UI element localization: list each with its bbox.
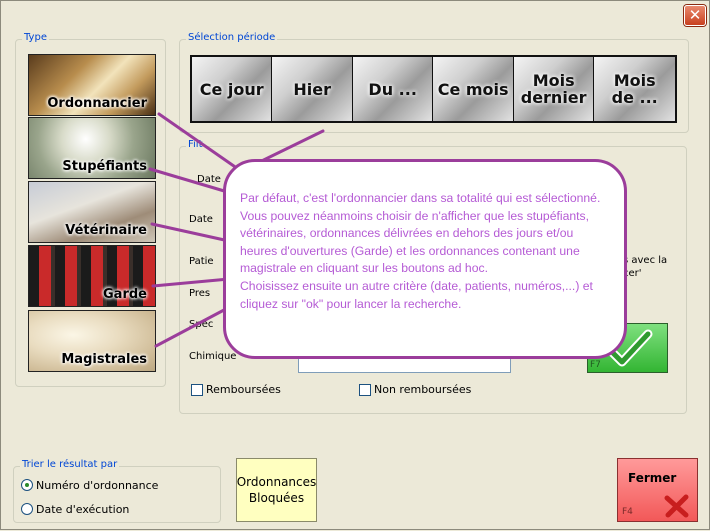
sort-label-numero: Numéro d'ordonnance bbox=[36, 479, 159, 492]
type-button-veterinaire[interactable]: Vétérinaire bbox=[28, 181, 156, 243]
bloquees-line-1: Ordonnances bbox=[236, 475, 317, 489]
fermer-button[interactable]: Fermer F4 bbox=[617, 458, 698, 522]
type-button-magistrales[interactable]: Magistrales bbox=[28, 310, 156, 372]
bloquees-line-2: Bloquées bbox=[248, 491, 305, 505]
type-button-garde[interactable]: Garde bbox=[28, 245, 156, 307]
period-group-title: Sélection période bbox=[186, 32, 278, 43]
filter-label-date-2: Date bbox=[189, 214, 213, 225]
type-button-stupefiants[interactable]: Stupéfiants bbox=[28, 117, 156, 179]
cross-icon bbox=[664, 494, 689, 518]
type-label-stupefiants: Stupéfiants bbox=[62, 159, 147, 174]
filter-label-prescripteur: Pres bbox=[189, 288, 211, 299]
period-button-bar: Ce jour Hier Du ... Ce mois Mois dernier… bbox=[190, 55, 677, 123]
filter-label-patient: Patie bbox=[189, 256, 214, 267]
callout-paragraph-2: Choisissez ensuite un autre critère (dat… bbox=[240, 278, 593, 311]
type-label-veterinaire: Vétérinaire bbox=[65, 223, 147, 238]
period-button-du[interactable]: Du ... bbox=[352, 57, 434, 121]
fermer-label: Fermer bbox=[628, 471, 677, 485]
close-button[interactable]: ✕ bbox=[684, 5, 706, 26]
sort-label-date: Date d'exécution bbox=[36, 503, 130, 516]
period-button-mois-dernier[interactable]: Mois dernier bbox=[513, 57, 595, 121]
type-label-garde: Garde bbox=[103, 287, 147, 302]
type-group: Type Ordonnancier Stupéfiants Vétérinair… bbox=[15, 32, 166, 387]
period-button-ce-jour[interactable]: Ce jour bbox=[192, 57, 273, 121]
period-button-hier[interactable]: Hier bbox=[272, 57, 353, 121]
type-button-ordonnancier[interactable]: Ordonnancier bbox=[28, 54, 156, 116]
type-group-title: Type bbox=[22, 32, 49, 43]
period-button-ce-mois[interactable]: Ce mois bbox=[433, 57, 514, 121]
sort-radio-numero[interactable] bbox=[21, 479, 33, 491]
filter-right-text-1: s avec la bbox=[623, 255, 668, 266]
type-label-magistrales: Magistrales bbox=[61, 352, 147, 367]
filter-label-date-1: Date bbox=[197, 174, 221, 185]
sort-group-title: Trier le résultat par bbox=[20, 459, 120, 470]
filter-label-chimique: Chimique bbox=[189, 351, 237, 362]
rembourse-label: Remboursées bbox=[206, 383, 281, 396]
rembourse-checkbox[interactable] bbox=[191, 384, 203, 396]
type-label-ordonnancier: Ordonnancier bbox=[47, 96, 147, 111]
help-callout: Par défaut, c'est l'ordonnancier dans sa… bbox=[223, 159, 627, 359]
sort-radio-date[interactable] bbox=[21, 503, 33, 515]
dialog-window: ✕ Type Ordonnancier Stupéfiants Vétérina… bbox=[0, 0, 710, 530]
ordonnances-bloquees-button[interactable]: Ordonnances Bloquées bbox=[236, 458, 317, 522]
filters-group-title: Filt bbox=[186, 139, 205, 150]
non-rembourse-checkbox[interactable] bbox=[359, 384, 371, 396]
callout-paragraph-1: Par défaut, c'est l'ordonnancier dans sa… bbox=[240, 191, 601, 276]
period-button-mois-de[interactable]: Mois de ... bbox=[594, 57, 675, 121]
fermer-key-hint: F4 bbox=[622, 507, 633, 517]
non-rembourse-label: Non remboursées bbox=[374, 383, 472, 396]
filter-label-specialite: Spéc bbox=[189, 319, 214, 330]
